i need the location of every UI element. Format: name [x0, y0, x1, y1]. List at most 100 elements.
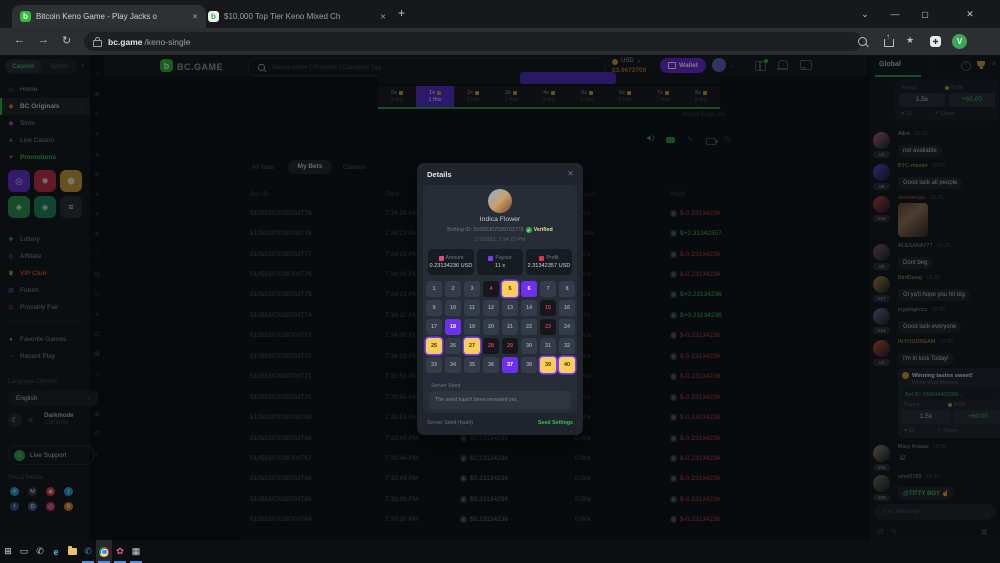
table-row[interactable]: 510553070397037647:33:36 PM$$0.231342360…: [250, 510, 862, 530]
seed-settings-link[interactable]: Seed Settings: [538, 420, 573, 426]
wallet-button[interactable]: Wallet: [660, 58, 706, 73]
category-icon[interactable]: ◈: [94, 311, 99, 319]
taskbar-start[interactable]: ⊞: [0, 540, 16, 563]
seed-icon[interactable]: [666, 137, 675, 143]
stats-icon[interactable]: ∿: [687, 135, 693, 143]
promo-icon[interactable]: ♣: [8, 196, 30, 218]
twitter-icon[interactable]: t: [64, 487, 73, 496]
table-row[interactable]: 510553070397037677:33:46 PM$$0.231342360…: [250, 448, 862, 468]
selected-bet-option[interactable]: [520, 72, 616, 84]
forward-button[interactable]: →: [38, 34, 49, 46]
tab-casino[interactable]: Casino: [5, 60, 41, 73]
promo-icon[interactable]: ⬢: [60, 170, 82, 192]
instagram-icon[interactable]: ◎: [46, 502, 55, 511]
like-button[interactable]: ♥ 22: [901, 111, 912, 117]
category-icon[interactable]: ◎: [94, 371, 100, 379]
category-icon[interactable]: ⬟: [94, 351, 100, 359]
category-icon[interactable]: ◉: [94, 171, 100, 179]
chevron-down-icon[interactable]: ⌄: [729, 62, 734, 69]
category-icon[interactable]: ◐: [95, 451, 99, 459]
tab-all-bets[interactable]: All Bets: [252, 164, 274, 171]
category-icon[interactable]: ✚: [94, 231, 100, 239]
sidebar-item-live-casino[interactable]: ♠Live Casino: [0, 132, 90, 149]
sidebar-item-slots[interactable]: ◉Slots: [0, 115, 90, 132]
sidebar-item-affiliate[interactable]: ◎Affiliate: [0, 248, 90, 265]
sidebar-item-bc-originals[interactable]: ◆BC Originals›: [0, 98, 90, 115]
category-icon[interactable]: ◆: [94, 91, 99, 99]
user-avatar[interactable]: [712, 58, 726, 72]
share-icon[interactable]: [884, 39, 894, 47]
extensions-icon[interactable]: ✚: [930, 36, 941, 47]
sidebar-collapse-icon[interactable]: «: [81, 63, 84, 69]
chat-input[interactable]: Your Message ☺: [874, 504, 996, 520]
bet-share-card[interactable]: Winning tastes sweet!Wheel Wow MomentBet…: [898, 368, 1000, 438]
sidebar-item-vip-club[interactable]: ♛VIP Club: [0, 265, 90, 282]
reddit-icon[interactable]: ◉: [46, 487, 55, 496]
bookmark-star-icon[interactable]: ★: [906, 35, 914, 46]
volume-icon[interactable]: ◄): [645, 135, 654, 142]
taskbar-file-explorer[interactable]: [64, 540, 80, 563]
edit-icon[interactable]: ✎: [891, 528, 897, 536]
category-icon[interactable]: ✪: [94, 431, 100, 439]
maximize-button[interactable]: ▢: [910, 0, 940, 28]
medium-icon[interactable]: M: [28, 487, 37, 496]
category-icon[interactable]: ♠: [95, 131, 99, 139]
category-icon[interactable]: A: [95, 71, 100, 79]
taskbar-photos[interactable]: ✿: [112, 540, 128, 563]
sidebar-item-forum[interactable]: ▤Forum: [0, 282, 90, 299]
promo-icon[interactable]: ≡: [60, 196, 82, 218]
bitcointalk-icon[interactable]: B: [64, 502, 73, 511]
taskbar-calculator[interactable]: ▦: [128, 540, 144, 563]
taskbar-task-view[interactable]: ▭: [16, 540, 32, 563]
sidebar-item-favorite-games[interactable]: ●Favorite Games: [0, 331, 90, 348]
share-button[interactable]: ↗ Share: [934, 111, 955, 117]
tab-my-bets[interactable]: My Bets: [288, 160, 332, 174]
live-support-button[interactable]: ∩ Live Support: [8, 445, 94, 465]
taskbar-chrome[interactable]: [96, 540, 112, 563]
gift-icon[interactable]: [755, 61, 766, 71]
tab-close-icon[interactable]: ✕: [192, 13, 198, 21]
table-row[interactable]: 510553070397037667:33:43 PM$$0.231342360…: [250, 469, 862, 489]
battery-icon[interactable]: [706, 138, 716, 145]
facebook-icon[interactable]: f: [10, 502, 19, 511]
emoji-icon[interactable]: ☺: [983, 507, 991, 523]
dice-icon[interactable]: ⚂: [877, 528, 883, 536]
tab-close-icon[interactable]: ✕: [380, 13, 386, 21]
gif-icon[interactable]: ▦: [981, 528, 988, 536]
like-button[interactable]: ♥ 02: [904, 428, 915, 434]
category-icon[interactable]: ✦: [94, 111, 100, 119]
promo-icon[interactable]: ◎: [8, 170, 30, 192]
sidebar-item-home[interactable]: ⌂Home: [0, 81, 90, 98]
chat-region-selector[interactable]: Global: [879, 61, 901, 68]
back-button[interactable]: ←: [14, 34, 25, 46]
taskbar-your-phone[interactable]: ✆: [32, 540, 48, 563]
category-icon[interactable]: ▲: [94, 151, 101, 159]
category-icon[interactable]: ▣: [94, 411, 101, 419]
sidebar-item-lottery[interactable]: ✚Lottery: [0, 231, 90, 248]
reload-button[interactable]: ↻: [62, 34, 71, 47]
category-icon[interactable]: ♦: [95, 391, 99, 399]
trophy-icon[interactable]: [977, 61, 985, 67]
category-icon[interactable]: ☰: [94, 291, 100, 299]
taskbar-phone-app[interactable]: ✆: [80, 540, 96, 563]
tab-sports[interactable]: Sports: [41, 60, 77, 73]
sidebar-item-recent-play[interactable]: ◔Recent Play: [0, 348, 90, 365]
bet-share-card[interactable]: Payout Profit 1.5x +60.00 ♥ 22 ↗ Share: [895, 79, 999, 121]
bcgame-logo-icon[interactable]: b: [160, 59, 173, 72]
modal-close-icon[interactable]: ✕: [567, 169, 574, 178]
sidebar-item-provably-fair[interactable]: ⚖Provably Fair: [0, 299, 90, 316]
darkmode-toggle[interactable]: ☾ ☀ Darkmode Currently: [8, 413, 74, 427]
promo-icon[interactable]: ✹: [34, 170, 56, 192]
card-bet-id[interactable]: Bet ID: #50644433288...›: [902, 389, 1000, 400]
telegram-icon[interactable]: ✈: [10, 487, 19, 496]
bell-icon[interactable]: [778, 60, 788, 68]
promo-icon[interactable]: ◈: [34, 196, 56, 218]
language-selector[interactable]: English ›: [8, 391, 98, 406]
chat-image[interactable]: [898, 203, 928, 237]
url-bar[interactable]: bc.game /keno-single: [84, 32, 862, 51]
tab-contest[interactable]: Contest: [343, 164, 365, 171]
category-icon[interactable]: ●: [95, 191, 99, 199]
browser-profile-avatar[interactable]: V: [952, 34, 967, 49]
share-button[interactable]: ↗ Share: [937, 428, 958, 434]
table-row[interactable]: 510553070397037657:33:39 PM$$0.231342360…: [250, 489, 862, 509]
